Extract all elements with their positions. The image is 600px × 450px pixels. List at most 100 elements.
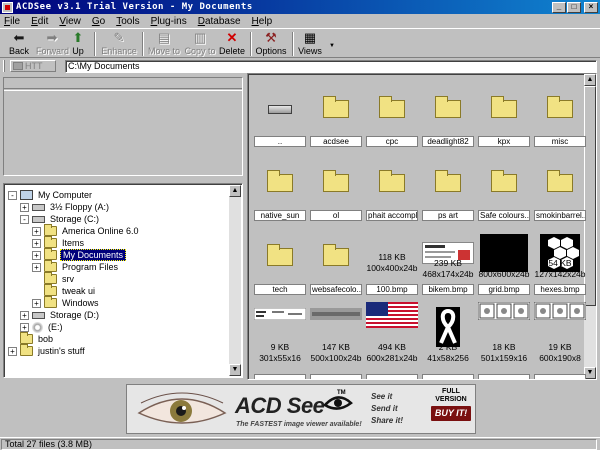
- menu-bar: File Edit View Go Tools Plug-ins Databas…: [0, 14, 600, 28]
- tree-item[interactable]: - My Computer: [8, 189, 94, 201]
- maximize-button[interactable]: □: [567, 1, 581, 13]
- cd-icon: [32, 321, 43, 333]
- collapse-icon[interactable]: -: [20, 214, 29, 224]
- file-name: phait accompli: [366, 210, 418, 221]
- tree-item-label: tweak ui: [62, 286, 96, 296]
- buy-it-button[interactable]: BUY IT!: [431, 406, 471, 421]
- file-thumbnail: [310, 154, 362, 204]
- back-button[interactable]: ⬅ Back: [4, 31, 34, 58]
- file-name: [310, 374, 362, 379]
- menu-tools[interactable]: Tools: [116, 16, 139, 27]
- folder-icon: [435, 96, 461, 118]
- tree-item-label: Items: [62, 238, 85, 248]
- file-size: 147 KB: [322, 342, 350, 352]
- file-thumbnail: [478, 80, 530, 130]
- full-version-badge[interactable]: FULL VERSION BUY IT!: [429, 388, 473, 421]
- expand-icon[interactable]: +: [8, 346, 17, 356]
- menu-go[interactable]: Go: [92, 16, 105, 27]
- file-name: websafecolo...: [310, 284, 362, 295]
- tree-item[interactable]: + Windows: [32, 296, 101, 309]
- folder-icon: [491, 96, 517, 118]
- tree-item[interactable]: tweak ui: [32, 284, 97, 297]
- tree-item[interactable]: + Storage (D:): [20, 309, 101, 321]
- enhance-button[interactable]: ✎ Enhance: [100, 31, 138, 58]
- forward-button[interactable]: ➡ Forward: [36, 30, 69, 58]
- views-button[interactable]: ▦ Views: [296, 31, 324, 58]
- ad-banner[interactable]: ACD See TM The FASTEST image viewer avai…: [126, 384, 476, 434]
- file-name: kpx: [478, 136, 530, 147]
- file-info: 147 KB 500x100x24b: [307, 342, 365, 364]
- folder-icon: [20, 344, 33, 356]
- menu-view[interactable]: View: [59, 16, 81, 27]
- file-name: tech: [254, 284, 306, 295]
- menu-edit[interactable]: Edit: [31, 16, 48, 27]
- views-grid-icon: ▦: [303, 30, 317, 45]
- menu-plugins[interactable]: Plug-ins: [151, 16, 187, 27]
- menu-file[interactable]: File: [4, 16, 20, 27]
- file-name: cpc: [366, 136, 418, 147]
- file-name: Safe colours...: [478, 210, 530, 221]
- expand-icon[interactable]: +: [32, 262, 41, 272]
- file-name: 100.bmp: [366, 284, 418, 295]
- folder-icon: [435, 170, 461, 192]
- delete-button[interactable]: ✕ Delete: [218, 31, 246, 58]
- tree-item[interactable]: srv: [32, 272, 76, 285]
- copy-to-button[interactable]: ▥ Copy to: [183, 31, 217, 58]
- tree-item[interactable]: + justin's stuff: [8, 344, 87, 357]
- tree-scrollbar[interactable]: ▲ ▼: [229, 185, 241, 376]
- tree-item[interactable]: bob: [8, 332, 55, 345]
- expand-icon[interactable]: +: [32, 298, 41, 308]
- tree-item[interactable]: + Items: [32, 236, 86, 249]
- scroll-up-arrow-icon[interactable]: ▲: [229, 185, 241, 197]
- move-to-button[interactable]: ▤ Move to: [146, 31, 182, 58]
- menu-help[interactable]: Help: [252, 16, 273, 27]
- file-dimensions: 301x55x16: [259, 353, 301, 363]
- path-input[interactable]: C:\My Documents: [65, 60, 597, 73]
- up-button[interactable]: ⬆ Up: [68, 31, 88, 58]
- file-info: 9 KB 301x55x16: [251, 342, 309, 364]
- banner-slogan: See it Send it Share it!: [371, 392, 404, 425]
- expand-icon[interactable]: +: [20, 322, 29, 332]
- folder-icon: [491, 170, 517, 192]
- preview-pane: [3, 77, 243, 176]
- views-dropdown-button[interactable]: ▼: [324, 31, 335, 58]
- close-button[interactable]: ×: [584, 1, 598, 13]
- address-bar-grip[interactable]: [3, 60, 5, 72]
- file-dimensions: 600x190x8: [539, 353, 581, 363]
- tree-item-label: justin's stuff: [38, 346, 85, 356]
- scroll-down-arrow-icon[interactable]: ▼: [229, 364, 241, 376]
- expand-icon[interactable]: +: [32, 250, 41, 260]
- expand-icon[interactable]: +: [20, 310, 29, 320]
- forward-arrow-icon: ➡: [46, 30, 58, 45]
- menu-database[interactable]: Database: [198, 16, 241, 27]
- tree-item-label: (E:): [48, 322, 63, 332]
- minimize-button[interactable]: _: [552, 1, 566, 13]
- banner-thumbnail-icon: [254, 308, 306, 320]
- file-dimensions: 600x281x24b: [366, 353, 418, 363]
- options-tools-icon: ⚒: [265, 30, 277, 45]
- options-button[interactable]: ⚒ Options: [254, 31, 288, 58]
- back-arrow-icon: ⬅: [13, 30, 25, 45]
- file-thumbnail: [422, 80, 474, 130]
- file-size: 19 KB: [548, 342, 572, 352]
- folder-icon: [379, 96, 405, 118]
- file-name: [366, 374, 418, 379]
- title-bar[interactable]: ACDSee v3.1 Trial Version - My Documents…: [0, 0, 600, 14]
- file-dimensions: 100x400x24b: [366, 263, 418, 273]
- tree-item[interactable]: - Storage (C:): [20, 213, 101, 225]
- tree-item-label: Windows: [62, 298, 99, 308]
- app-icon[interactable]: [2, 1, 13, 13]
- file-name: ol: [310, 210, 362, 221]
- file-dimensions: 127x142x24b: [534, 269, 586, 279]
- expand-icon[interactable]: +: [32, 238, 41, 248]
- expand-icon[interactable]: +: [32, 226, 41, 236]
- file-thumbnail: [366, 154, 418, 204]
- collapse-icon[interactable]: -: [8, 190, 17, 200]
- parent-folder-button[interactable]: HTT: [10, 60, 56, 72]
- file-name: deadlight82: [422, 136, 474, 147]
- tree-item[interactable]: +3½ Floppy (A:): [20, 201, 111, 213]
- file-name: [478, 374, 530, 379]
- file-name: [534, 374, 586, 379]
- expand-icon[interactable]: +: [20, 202, 29, 212]
- brand-name: ACD See: [235, 393, 325, 418]
